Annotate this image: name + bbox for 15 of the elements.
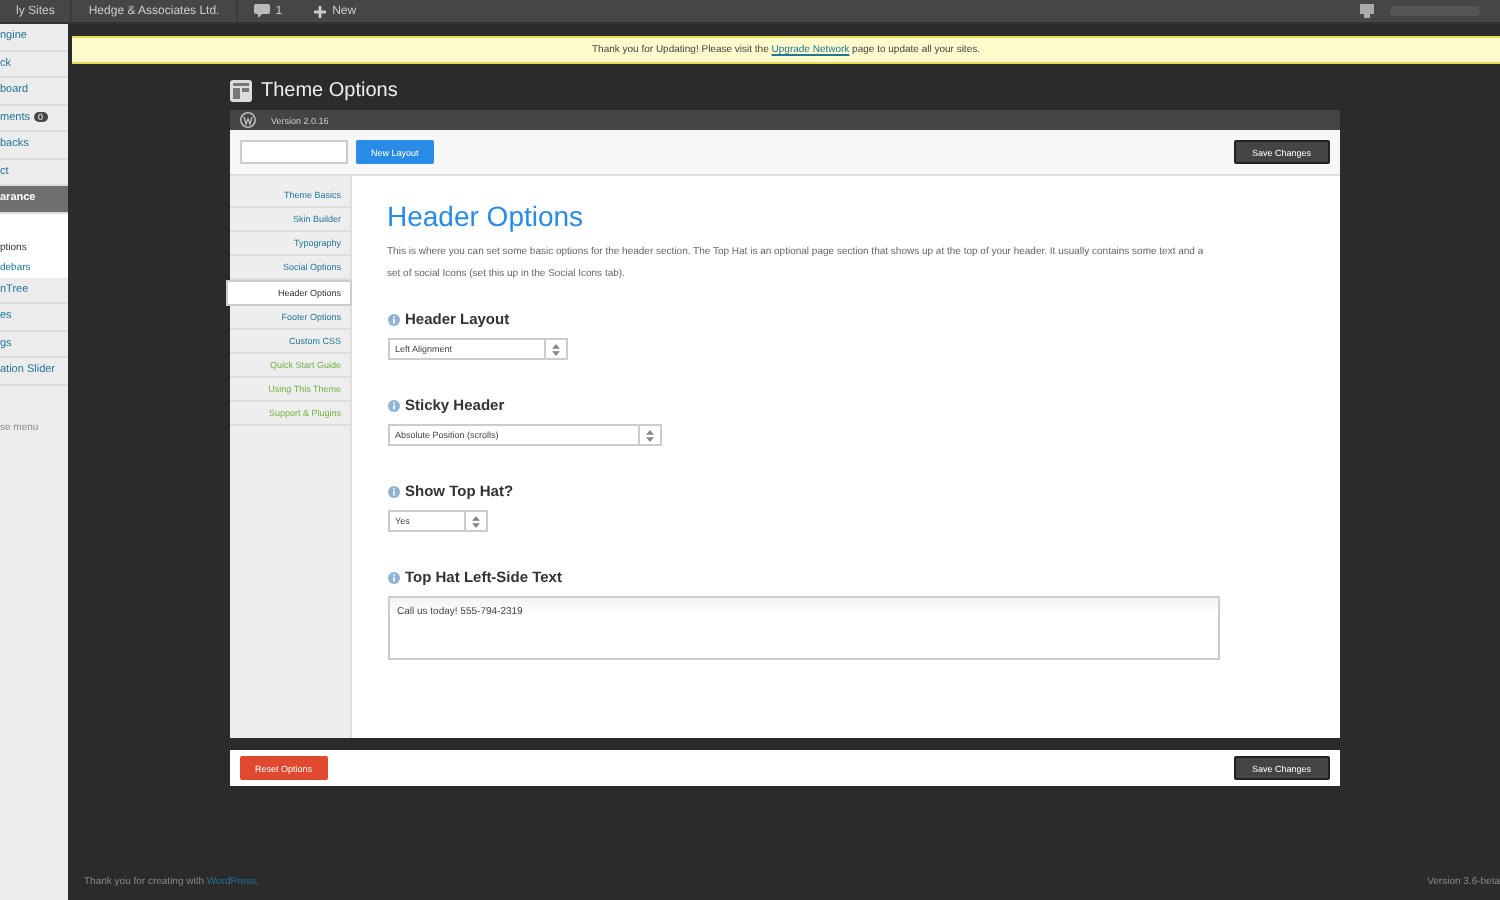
speech-bubble-icon (253, 4, 270, 18)
section-title: Header Options (387, 200, 586, 232)
plus-icon (314, 5, 327, 17)
info-icon[interactable] (387, 571, 399, 583)
window-icon (229, 79, 251, 101)
info-icon[interactable] (387, 485, 399, 497)
monitor-icon[interactable] (1360, 4, 1374, 18)
info-icon[interactable] (387, 313, 399, 325)
up-down-arrows-icon (472, 515, 481, 527)
info-icon[interactable] (387, 399, 399, 411)
up-down-arrows-icon (645, 429, 654, 441)
page-title: Theme Options (261, 79, 398, 101)
layout-name-field[interactable] (239, 140, 347, 164)
wordpress-logo-icon (239, 112, 255, 128)
up-down-arrows-icon (551, 343, 560, 355)
